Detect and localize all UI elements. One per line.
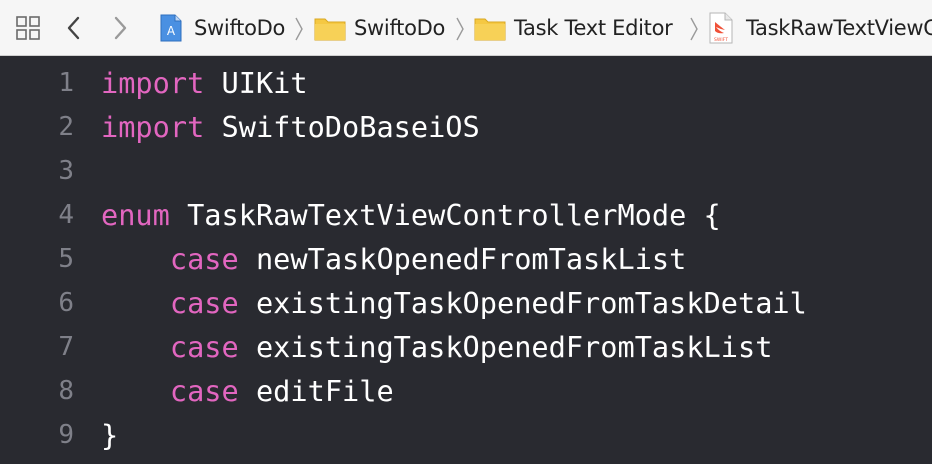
xcode-project-icon: A bbox=[160, 14, 182, 42]
jump-bar: A SwiftoDo SwiftoDo Task Text Editor SWI bbox=[0, 0, 932, 56]
breadcrumb-label: TaskRawTextViewC bbox=[746, 16, 932, 40]
code-line[interactable]: 7 case existingTaskOpenedFromTaskList bbox=[0, 325, 932, 369]
code-line[interactable]: 3 bbox=[0, 149, 932, 193]
code-text: case editFile bbox=[101, 369, 394, 413]
code-text: enum TaskRawTextViewControllerMode { bbox=[101, 193, 721, 237]
code-text: case existingTaskOpenedFromTaskDetail bbox=[101, 281, 807, 325]
line-number: 4 bbox=[58, 200, 74, 230]
code-keyword: case bbox=[169, 374, 239, 408]
line-number: 8 bbox=[58, 376, 74, 406]
folder-icon bbox=[474, 18, 506, 41]
code-editor[interactable]: 1 import UIKit 2 import SwiftoDoBaseiOS 3 4 en… bbox=[0, 56, 932, 464]
code-text: import UIKit bbox=[101, 61, 308, 105]
code-line[interactable]: 8 case editFile bbox=[0, 369, 932, 413]
code-identifier: UIKit bbox=[204, 66, 308, 100]
code-keyword: case bbox=[169, 242, 239, 276]
code-identifier: TaskRawTextViewControllerMode { bbox=[169, 198, 721, 232]
code-line[interactable]: 5 case newTaskOpenedFromTaskList bbox=[0, 237, 932, 281]
breadcrumb-separator-icon bbox=[295, 17, 303, 41]
related-items-icon[interactable] bbox=[16, 16, 42, 42]
breadcrumb-separator-icon bbox=[690, 17, 698, 41]
line-number: 7 bbox=[58, 332, 74, 362]
folder-icon bbox=[314, 18, 346, 41]
code-line[interactable]: 9} bbox=[0, 413, 932, 457]
code-keyword: case bbox=[169, 330, 239, 364]
line-number: 5 bbox=[58, 244, 74, 274]
breadcrumb-label: SwiftoDo bbox=[354, 16, 446, 40]
code-keyword: enum bbox=[101, 198, 170, 232]
code-line[interactable]: 4 enum TaskRawTextViewControllerMode { bbox=[0, 193, 932, 237]
breadcrumb-label: Task Text Editor bbox=[514, 16, 673, 40]
line-number: 3 bbox=[58, 156, 74, 186]
swift-file-icon: SWIFT bbox=[709, 12, 733, 44]
line-number: 1 bbox=[58, 68, 74, 98]
line-number: 6 bbox=[58, 288, 74, 318]
code-text: import SwiftoDoBaseiOS bbox=[101, 105, 480, 149]
code-keyword: import bbox=[101, 110, 205, 144]
code-line[interactable]: 6 case existingTaskOpenedFromTaskDetail bbox=[0, 281, 932, 325]
code-identifier: newTaskOpenedFromTaskList bbox=[238, 242, 687, 276]
code-identifier: existingTaskOpenedFromTaskList bbox=[238, 330, 773, 364]
code-line[interactable]: 1 import UIKit bbox=[0, 61, 932, 105]
back-arrow-icon[interactable] bbox=[64, 14, 84, 42]
forward-arrow-icon[interactable] bbox=[110, 14, 130, 42]
line-number: 2 bbox=[58, 112, 74, 142]
breadcrumb-label: SwiftoDo bbox=[194, 16, 286, 40]
breadcrumb-group-task-text-editor[interactable]: Task Text Editor bbox=[474, 14, 673, 42]
code-identifier: editFile bbox=[238, 374, 394, 408]
code-identifier: existingTaskOpenedFromTaskDetail bbox=[238, 286, 807, 320]
code-line[interactable]: 2 import SwiftoDoBaseiOS bbox=[0, 105, 932, 149]
code-text: } bbox=[101, 413, 118, 457]
code-text: case existingTaskOpenedFromTaskList bbox=[101, 325, 773, 369]
code-text: case newTaskOpenedFromTaskList bbox=[101, 237, 686, 281]
breadcrumb-group-swiftodo[interactable]: SwiftoDo bbox=[314, 14, 445, 42]
swift-badge: SWIFT bbox=[714, 37, 728, 43]
code-identifier: } bbox=[101, 418, 119, 452]
breadcrumb-project[interactable]: A SwiftoDo bbox=[156, 14, 285, 42]
code-keyword: case bbox=[169, 286, 239, 320]
breadcrumb-separator-icon bbox=[456, 17, 464, 41]
breadcrumb-file[interactable]: SWIFT TaskRawTextViewC bbox=[708, 12, 932, 44]
code-keyword: import bbox=[101, 66, 205, 100]
code-identifier: SwiftoDoBaseiOS bbox=[204, 110, 480, 144]
svg-text:A: A bbox=[167, 24, 176, 38]
line-number: 9 bbox=[58, 420, 74, 450]
